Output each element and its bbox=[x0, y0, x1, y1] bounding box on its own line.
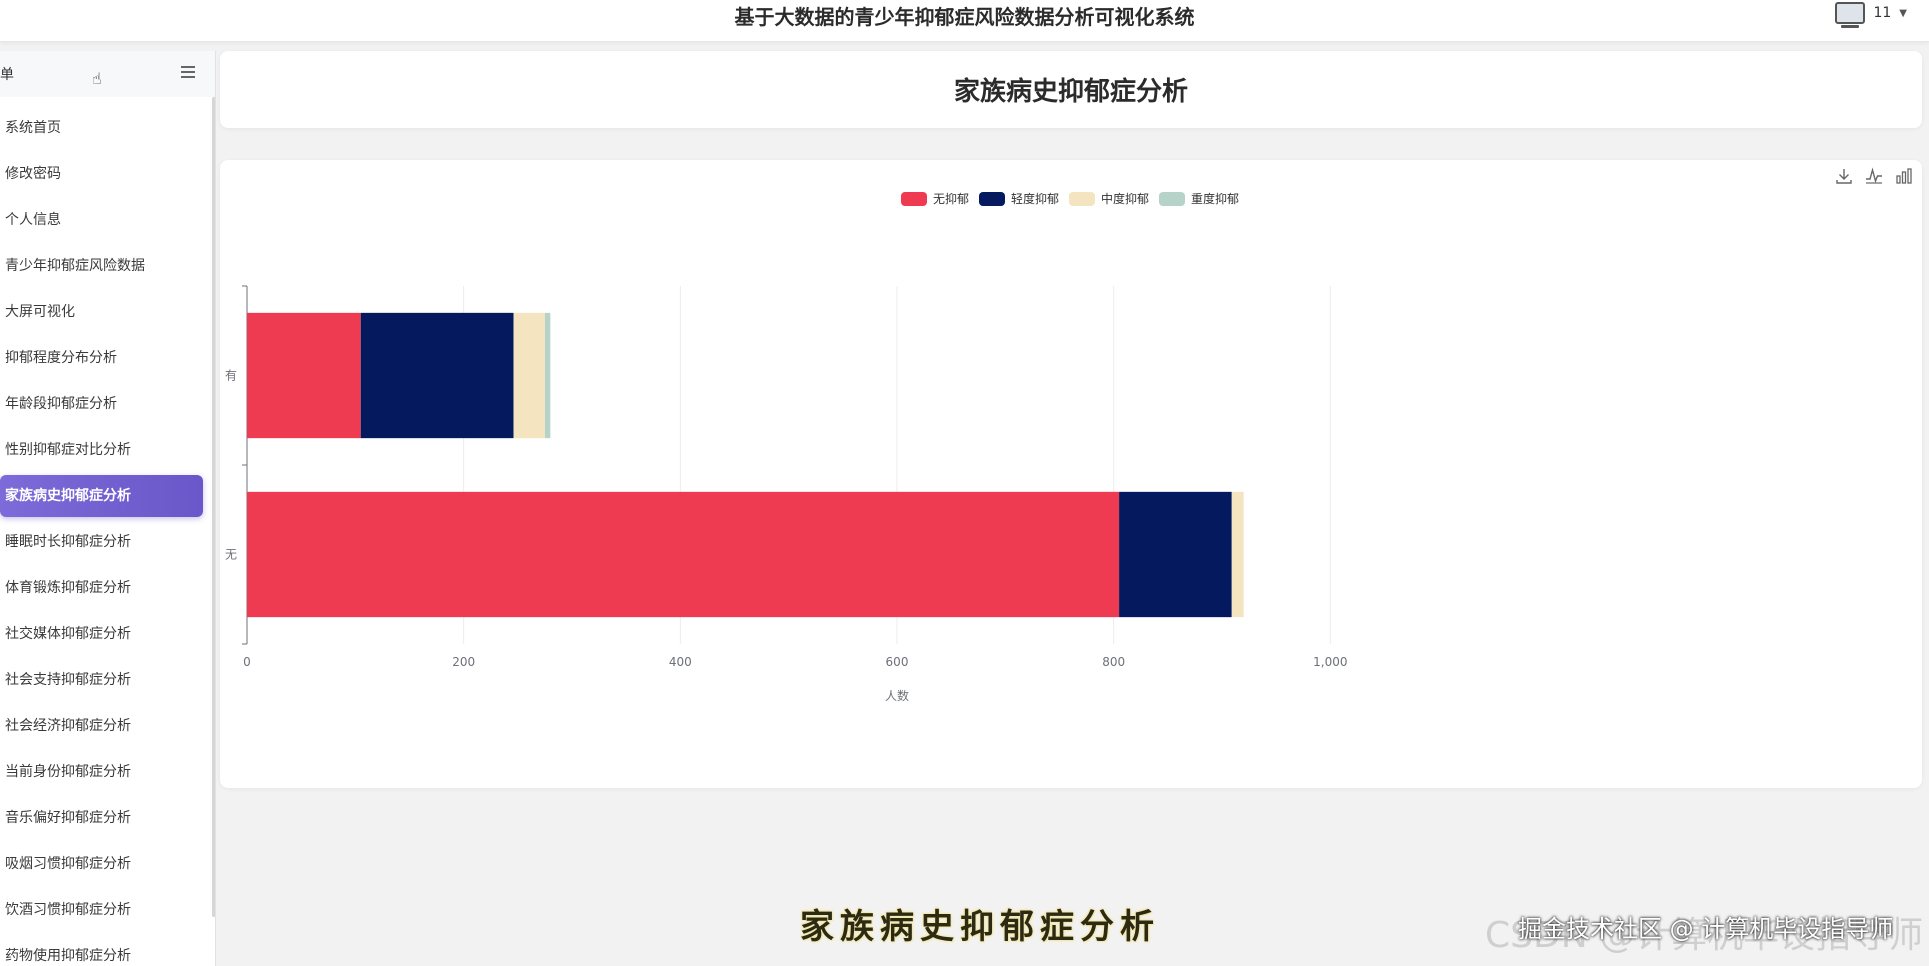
sidebar-item[interactable]: 大屏可视化 bbox=[0, 289, 215, 335]
sidebar-item[interactable]: 年龄段抑郁症分析 bbox=[0, 381, 215, 427]
legend-label-轻度抑郁: 轻度抑郁 bbox=[1011, 191, 1059, 206]
bar-chart-icon[interactable] bbox=[1894, 166, 1914, 186]
menu-toggle-icon[interactable] bbox=[181, 66, 195, 81]
sidebar-menu: 系统首页 修改密码 个人信息 青少年抑郁症风险数据 大屏可视化 抑郁程度分布分析 年龄段抑郁… bbox=[0, 97, 215, 966]
bar-重度抑郁 bbox=[544, 312, 551, 439]
sidebar-item[interactable]: 社会经济抑郁症分析 bbox=[0, 703, 215, 749]
bar-轻度抑郁 bbox=[360, 312, 514, 439]
sidebar-header-label: 单 bbox=[0, 67, 14, 83]
x-tick-label: 600 bbox=[886, 655, 909, 669]
user-name[interactable]: 11 bbox=[1873, 5, 1891, 21]
sidebar-item[interactable]: 当前身份抑郁症分析 bbox=[0, 749, 215, 795]
legend-swatch-无抑郁 bbox=[901, 192, 927, 206]
sidebar-scrollbar[interactable] bbox=[212, 97, 215, 917]
page-header: 家族病史抑郁症分析 bbox=[220, 51, 1922, 128]
sidebar-item[interactable]: 系统首页 bbox=[0, 105, 215, 151]
download-icon[interactable] bbox=[1834, 166, 1854, 186]
sidebar-item[interactable]: 睡眠时长抑郁症分析 bbox=[0, 519, 215, 565]
watermark: 掘金技术社区 @ 计算机毕设指导师 bbox=[1518, 915, 1894, 943]
sidebar: 单 ☝ 系统首页 修改密码 个人信息 青少年抑郁症风险数据 大屏可视化 抑郁程度分布分析年… bbox=[0, 51, 216, 966]
bar-无抑郁 bbox=[247, 491, 1120, 618]
caret-down-icon[interactable]: ▼ bbox=[1899, 8, 1907, 19]
sidebar-item[interactable]: 吸烟习惯抑郁症分析 bbox=[0, 841, 215, 887]
bar-中度抑郁 bbox=[1231, 491, 1244, 618]
x-tick-label: 1,000 bbox=[1313, 655, 1347, 669]
app-title: 基于大数据的青少年抑郁症风险数据分析可视化系统 bbox=[734, 5, 1195, 29]
x-tick-label: 0 bbox=[243, 655, 251, 669]
avatar[interactable] bbox=[1835, 2, 1866, 28]
sidebar-item[interactable]: 性别抑郁症对比分析 bbox=[0, 427, 215, 473]
page-title: 家族病史抑郁症分析 bbox=[953, 77, 1188, 107]
legend-swatch-重度抑郁 bbox=[1159, 192, 1185, 206]
x-tick-label: 200 bbox=[452, 655, 475, 669]
sidebar-item[interactable]: 饮酒习惯抑郁症分析 bbox=[0, 887, 215, 933]
user-menu[interactable]: 11 ▼ bbox=[1835, 0, 1907, 28]
sidebar-item[interactable]: 修改密码 bbox=[0, 151, 215, 197]
bar-轻度抑郁 bbox=[1119, 491, 1232, 618]
sidebar-item[interactable]: 体育锻炼抑郁症分析 bbox=[0, 565, 215, 611]
top-bar: 基于大数据的青少年抑郁症风险数据分析可视化系统 11 ▼ bbox=[0, 0, 1929, 42]
sidebar-item[interactable]: 青少年抑郁症风险数据 bbox=[0, 243, 215, 289]
y-tick-label: 无 bbox=[225, 548, 237, 562]
x-tick-label: 800 bbox=[1102, 655, 1125, 669]
legend-swatch-轻度抑郁 bbox=[979, 192, 1005, 206]
sidebar-item[interactable]: 抑郁程度分布分析 bbox=[0, 335, 215, 381]
hand-cursor-icon: ☝ bbox=[92, 69, 102, 88]
legend-label-重度抑郁: 重度抑郁 bbox=[1191, 191, 1239, 206]
chart-toolbox bbox=[1834, 166, 1914, 186]
sidebar-item[interactable]: 社会支持抑郁症分析 bbox=[0, 657, 215, 703]
sidebar-header: 单 ☝ bbox=[0, 51, 215, 97]
line-chart-icon[interactable] bbox=[1864, 166, 1884, 186]
x-axis-title: 人数 bbox=[885, 688, 909, 703]
legend-label-无抑郁: 无抑郁 bbox=[933, 191, 969, 206]
legend-label-中度抑郁: 中度抑郁 bbox=[1101, 191, 1149, 206]
bar-无抑郁 bbox=[247, 312, 361, 439]
legend-swatch-中度抑郁 bbox=[1069, 192, 1095, 206]
video-caption: 家族病史抑郁症分析 bbox=[800, 907, 1160, 947]
sidebar-item[interactable]: 个人信息 bbox=[0, 197, 215, 243]
sidebar-item[interactable]: 社交媒体抑郁症分析 bbox=[0, 611, 215, 657]
sidebar-item[interactable]: 药物使用抑郁症分析 bbox=[0, 933, 215, 966]
bar-中度抑郁 bbox=[513, 312, 545, 439]
sidebar-item[interactable]: 家族病史抑郁症分析 bbox=[0, 475, 203, 517]
sidebar-item[interactable]: 音乐偏好抑郁症分析 bbox=[0, 795, 215, 841]
x-tick-label: 400 bbox=[669, 655, 692, 669]
stacked-bar-chart: 有无 0 200 400 600 800 1,000 人数 无抑郁 轻度抑郁 中度抑郁 重度抑郁 bbox=[225, 191, 1348, 703]
chart-card: 有无 0 200 400 600 800 1,000 人数 无抑郁 轻度抑郁 中度抑郁 重度抑郁 bbox=[220, 160, 1922, 788]
y-tick-label: 有 bbox=[225, 369, 237, 383]
